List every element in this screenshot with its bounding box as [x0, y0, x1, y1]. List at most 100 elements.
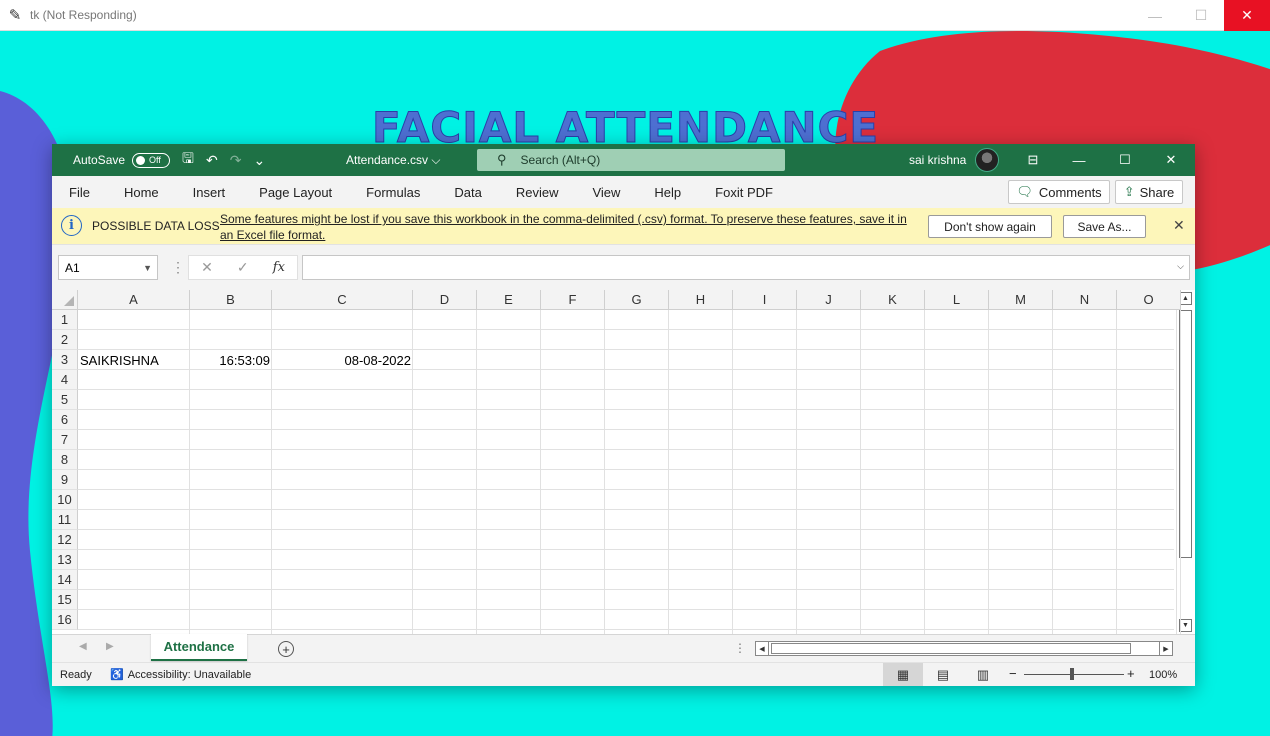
column-header-n[interactable]: N	[1053, 290, 1117, 310]
row-header-6[interactable]: 6	[52, 410, 78, 430]
scroll-right-icon[interactable]: ▶	[1159, 642, 1172, 655]
zoom-level[interactable]: 100%	[1149, 669, 1177, 681]
tab-insert[interactable]: Insert	[176, 185, 243, 200]
column-header-m[interactable]: M	[989, 290, 1053, 310]
row-header-7[interactable]: 7	[52, 430, 78, 450]
page-break-preview-icon[interactable]: ▥	[963, 663, 1003, 686]
chevron-down-icon[interactable]: ▼	[143, 263, 152, 273]
row-header-8[interactable]: 8	[52, 450, 78, 470]
status-bar: Ready ♿ Accessibility: Unavailable ▦ ▤ ▥…	[52, 662, 1195, 686]
tab-foxit-pdf[interactable]: Foxit PDF	[698, 185, 790, 200]
vertical-scrollbar[interactable]: ▲ ▼	[1176, 290, 1193, 634]
horizontal-scrollbar[interactable]: ◀ ▶	[755, 641, 1173, 656]
tk-minimize-button[interactable]: —	[1132, 0, 1178, 31]
row-header-14[interactable]: 14	[52, 570, 78, 590]
ribbon-display-button[interactable]: ⊟	[1010, 144, 1056, 176]
zoom-slider-thumb[interactable]	[1070, 668, 1074, 680]
column-header-d[interactable]: D	[413, 290, 477, 310]
share-label: Share	[1139, 184, 1175, 200]
cell-c3[interactable]: 08-08-2022	[272, 350, 413, 370]
warning-message-link[interactable]: Some features might be lost if you save …	[220, 211, 910, 243]
close-icon[interactable]: ✕	[1173, 217, 1185, 234]
search-box[interactable]: ⚲ Search (Alt+Q)	[477, 149, 785, 171]
expand-formula-bar-icon[interactable]: ⌵	[1177, 261, 1184, 272]
cell-b3[interactable]: 16:53:09	[190, 350, 272, 370]
add-sheet-icon[interactable]: +	[278, 641, 294, 657]
tab-splitter-icon[interactable]: ⋮	[734, 641, 746, 655]
tk-close-button[interactable]: ✕	[1224, 0, 1270, 31]
cancel-icon[interactable]: ✕	[201, 259, 213, 276]
tab-formulas[interactable]: Formulas	[349, 185, 437, 200]
column-header-c[interactable]: C	[272, 290, 413, 310]
row-header-12[interactable]: 12	[52, 530, 78, 550]
enter-icon[interactable]: ✓	[237, 259, 249, 276]
zoom-slider[interactable]	[1024, 674, 1124, 675]
dont-show-again-button[interactable]: Don't show again	[928, 215, 1052, 238]
column-header-i[interactable]: I	[733, 290, 797, 310]
name-box[interactable]: A1 ▼	[58, 255, 158, 280]
cell-a3[interactable]: SAIKRISHNA	[78, 350, 190, 370]
row-header-9[interactable]: 9	[52, 470, 78, 490]
accessibility-status[interactable]: ♿ Accessibility: Unavailable	[110, 668, 251, 682]
tab-page-layout[interactable]: Page Layout	[242, 185, 349, 200]
column-header-j[interactable]: J	[797, 290, 861, 310]
row-header-3[interactable]: 3	[52, 350, 78, 370]
row-header-13[interactable]: 13	[52, 550, 78, 570]
prev-sheet-icon[interactable]: ◀	[79, 641, 87, 652]
gridline	[78, 429, 1174, 430]
undo-icon[interactable]: ↶	[206, 152, 218, 169]
tk-maximize-button[interactable]: ☐	[1178, 0, 1224, 31]
gridline	[78, 509, 1174, 510]
column-header-g[interactable]: G	[605, 290, 669, 310]
tab-view[interactable]: View	[575, 185, 637, 200]
next-sheet-icon[interactable]: ▶	[106, 641, 114, 652]
sheet-tab-attendance[interactable]: Attendance	[151, 634, 247, 661]
row-header-16[interactable]: 16	[52, 610, 78, 630]
share-button[interactable]: ⇪ Share	[1115, 180, 1183, 204]
file-name-menu[interactable]: Attendance.csv ⌵	[346, 153, 441, 168]
row-header-15[interactable]: 15	[52, 590, 78, 610]
select-all-button[interactable]	[52, 290, 78, 310]
save-icon[interactable]: 🖫	[182, 148, 194, 172]
excel-window: AutoSave Off 🖫 ↶ ↷ ⌄ Attendance.csv ⌵ ⚲ …	[52, 144, 1195, 686]
row-header-5[interactable]: 5	[52, 390, 78, 410]
column-header-l[interactable]: L	[925, 290, 989, 310]
insert-function-icon[interactable]: fx	[273, 260, 285, 275]
column-header-e[interactable]: E	[477, 290, 541, 310]
avatar[interactable]	[975, 148, 999, 172]
column-header-f[interactable]: F	[541, 290, 605, 310]
column-header-h[interactable]: H	[669, 290, 733, 310]
zoom-in-icon[interactable]: +	[1127, 666, 1135, 681]
gridline	[78, 329, 1174, 330]
normal-view-icon[interactable]: ▦	[883, 663, 923, 686]
row-header-1[interactable]: 1	[52, 310, 78, 330]
redo-icon[interactable]: ↷	[230, 152, 242, 169]
column-header-o[interactable]: O	[1117, 290, 1181, 310]
tab-home[interactable]: Home	[107, 185, 176, 200]
row-header-11[interactable]: 11	[52, 510, 78, 530]
tab-help[interactable]: Help	[637, 185, 698, 200]
more-options-icon[interactable]: ⋮	[171, 259, 185, 276]
user-name[interactable]: sai krishna	[909, 153, 966, 167]
scroll-left-icon[interactable]: ◀	[756, 642, 769, 655]
tab-review[interactable]: Review	[499, 185, 576, 200]
excel-minimize-button[interactable]: —	[1056, 144, 1102, 176]
column-header-a[interactable]: A	[78, 290, 190, 310]
save-as-button[interactable]: Save As...	[1063, 215, 1146, 238]
excel-close-button[interactable]: ✕	[1148, 144, 1194, 176]
comments-button[interactable]: 🗨 Comments	[1008, 180, 1110, 204]
column-header-k[interactable]: K	[861, 290, 925, 310]
autosave-toggle[interactable]: Off	[132, 152, 171, 168]
formula-input[interactable]: ⌵	[302, 255, 1190, 280]
customize-toolbar-icon[interactable]: ⌄	[253, 152, 265, 169]
column-header-b[interactable]: B	[190, 290, 272, 310]
excel-restore-button[interactable]: ☐	[1102, 144, 1148, 176]
page-layout-view-icon[interactable]: ▤	[923, 663, 963, 686]
row-header-4[interactable]: 4	[52, 370, 78, 390]
zoom-out-icon[interactable]: −	[1009, 666, 1017, 681]
row-header-10[interactable]: 10	[52, 490, 78, 510]
row-header-2[interactable]: 2	[52, 330, 78, 350]
tab-file[interactable]: File	[52, 185, 107, 200]
horizontal-scroll-thumb[interactable]	[771, 643, 1131, 654]
tab-data[interactable]: Data	[437, 185, 498, 200]
